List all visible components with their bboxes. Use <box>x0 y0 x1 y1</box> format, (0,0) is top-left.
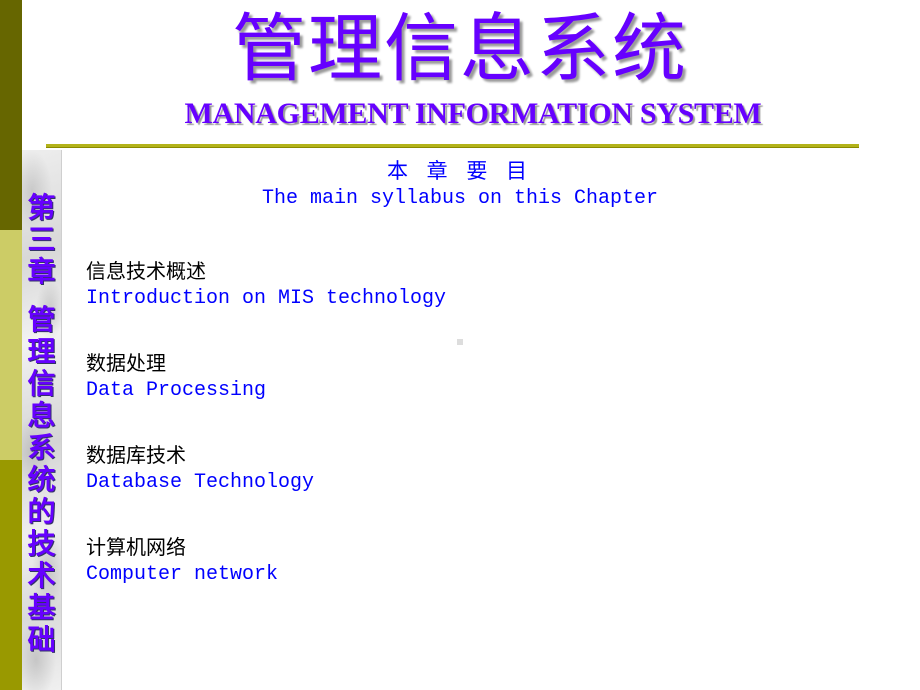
side-title-char: 息 <box>27 399 56 432</box>
side-title-char: 基 <box>27 591 56 624</box>
topic-title-english: Computer network <box>86 563 279 586</box>
side-title-char: 术 <box>27 559 56 592</box>
side-title-char: 管 <box>27 303 56 336</box>
side-title-char: 础 <box>27 623 56 656</box>
syllabus-heading-english: The main syllabus on this Chapter <box>261 187 659 210</box>
side-title-char: 信 <box>27 367 56 400</box>
topic-title-chinese: 数据库技术 <box>86 443 186 467</box>
topic-title-english: Data Processing <box>86 379 267 402</box>
topic-title-english: Database Technology <box>86 471 315 494</box>
placeholder-marker <box>457 339 463 345</box>
slide-title-chinese: 管理信息系统 <box>232 6 688 92</box>
topic-title-chinese: 计算机网络 <box>86 535 186 559</box>
title-divider <box>46 144 859 148</box>
syllabus-heading: 本 章 要 目 The main syllabus on this Chapte… <box>0 157 920 213</box>
topic-title-chinese: 信息技术概述 <box>86 259 206 283</box>
syllabus-heading-chinese: 本 章 要 目 <box>386 159 534 183</box>
accent-bar-segment-mid <box>0 460 22 690</box>
topic-title-english: Introduction on MIS technology <box>86 287 447 310</box>
topic-item: 数据库技术 Database Technology <box>86 441 446 533</box>
side-title-char: 三 <box>27 223 56 256</box>
accent-bar-segment-light <box>0 230 22 460</box>
slide-title-english: MANAGEMENT INFORMATION SYSTEM <box>184 97 762 130</box>
side-title-char: 章 <box>27 255 56 288</box>
side-title-char: 理 <box>27 335 56 368</box>
topic-title-chinese: 数据处理 <box>86 351 166 375</box>
chapter-side-title: 第 三 章 管 理 信 息 系 统 的 技 术 基 础 <box>22 192 61 656</box>
topic-item: 计算机网络 Computer network <box>86 533 446 625</box>
side-title-char: 统 <box>27 463 56 496</box>
topic-list: 信息技术概述 Introduction on MIS technology 数据… <box>86 257 446 625</box>
side-title-char: 技 <box>27 527 56 560</box>
topic-item: 信息技术概述 Introduction on MIS technology <box>86 257 446 349</box>
side-title-char: 的 <box>27 495 56 528</box>
topic-item: 数据处理 Data Processing <box>86 349 446 441</box>
side-title-char: 系 <box>27 431 56 464</box>
